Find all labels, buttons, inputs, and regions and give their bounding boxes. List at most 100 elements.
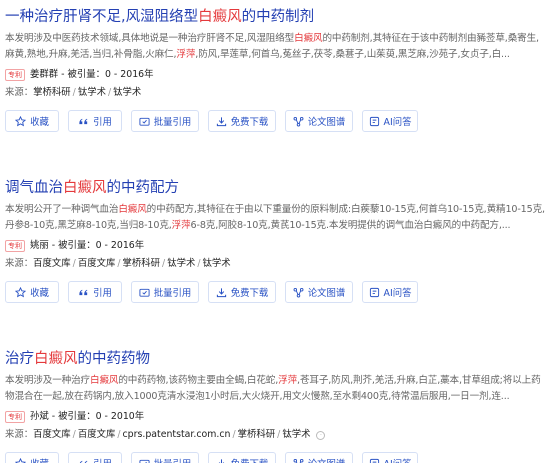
source-link[interactable]: 百度文库	[78, 257, 116, 271]
source-separator: /	[107, 87, 112, 98]
button-label: AI问答	[383, 117, 412, 128]
batch-cite-button[interactable]: 批量引用	[131, 110, 199, 132]
paper-graph-button[interactable]: 论文图谱	[285, 110, 353, 132]
author-citation-year: 姜群群 - 被引量：0 - 2016年	[30, 69, 154, 80]
snippet-highlight: 白癜风	[294, 33, 323, 44]
ai-chat-icon	[369, 287, 380, 298]
snippet-highlight: 白癜风	[90, 375, 119, 386]
result-meta: 专利 姚丽 - 被引量：0 - 2016年	[5, 239, 549, 253]
title-highlight: 白癜风	[63, 180, 107, 196]
favorite-button[interactable]: 收藏	[5, 110, 59, 132]
result-actions: 收藏 引用 批量引用 免费下载 论文图谱 AI问答	[5, 281, 549, 303]
source-link[interactable]: cprs.patentstar.com.cn	[123, 428, 231, 442]
star-icon	[15, 115, 27, 127]
button-label: 论文图谱	[308, 456, 346, 463]
source-link[interactable]: 掌桥科研	[238, 428, 276, 442]
snippet-text: 本发明涉及一种治疗	[5, 375, 90, 386]
snippet-text: 的中药药物,该药物主要由全蝎,白花蛇,	[118, 375, 279, 386]
author-citation-year: 姚丽 - 被引量：0 - 2016年	[30, 240, 145, 251]
button-label: 引用	[93, 456, 112, 463]
batch-cite-icon	[139, 458, 150, 463]
ai-qa-button[interactable]: AI问答	[362, 110, 418, 132]
batch-cite-button[interactable]: 批量引用	[131, 452, 199, 463]
button-label: 收藏	[30, 456, 49, 463]
source-link[interactable]: 百度文库	[78, 428, 116, 442]
source-separator: /	[162, 258, 166, 269]
more-sources-icon[interactable]: ·	[316, 430, 326, 440]
button-label: AI问答	[383, 288, 412, 299]
snippet-text: ,防风,旱莲草,何首乌,菟丝子,茯苓,桑葚子,山茱萸,黑芝麻,沙苑子,女贞子,白…	[195, 49, 510, 60]
button-label: AI问答	[384, 456, 412, 463]
button-label: 引用	[93, 117, 112, 128]
ai-chat-icon	[369, 116, 380, 127]
button-label: 收藏	[30, 288, 49, 299]
snippet-highlight: 浮萍	[171, 220, 191, 231]
cite-button[interactable]: 引用	[68, 110, 122, 132]
source-link[interactable]: 钛学术	[113, 86, 141, 100]
source-separator: /	[72, 87, 76, 98]
source-link[interactable]: 掌桥科研	[123, 257, 161, 271]
result-sources: 来源： 掌桥科研 / 钛学术 / 钛学术	[5, 86, 549, 100]
snippet-text: 6-8克,阿胶8-10克,黄芪10-15克.本发明提供的调气血治白癜风的中药配方…	[190, 220, 511, 231]
button-label: 论文图谱	[307, 288, 346, 299]
free-download-button[interactable]: 免费下载	[208, 452, 276, 463]
result-item: 治疗白癜风的中药药物本发明涉及一种治疗白癜风的中药药物,该药物主要由全蝎,白花蛇…	[5, 348, 549, 463]
result-actions: 收藏 引用 批量引用 免费下载 论文图谱 AI问答	[5, 110, 549, 132]
source-link[interactable]: 钛学术	[78, 86, 106, 100]
source-separator: /	[117, 429, 121, 440]
source-separator: /	[72, 258, 76, 269]
result-sources: 来源： 百度文库 / 百度文库 / cprs.patentstar.com.cn / 掌桥科研…	[5, 428, 549, 442]
star-icon	[15, 457, 27, 463]
paper-graph-button[interactable]: 论文图谱	[285, 281, 353, 303]
result-sources: 来源： 百度文库 / 百度文库 / 掌桥科研 / 钛学术 / 钛学术	[5, 257, 549, 271]
result-item: 调气血治白癜风的中药配方 本发明公开了一种调气血治白癜风的中药配方,其特征在于由以…	[5, 177, 549, 303]
cite-button[interactable]: 引用	[68, 452, 122, 463]
source-link[interactable]: 钛学术	[282, 428, 310, 442]
graph-icon	[293, 458, 304, 463]
search-results-list: 一种治疗肝肾不足,风湿阻络型白癜风的中药制剂 本发明涉及中医药技术领域,具体地说是…	[0, 0, 554, 463]
source-link[interactable]: 钛学术	[203, 257, 231, 271]
snippet-highlight: 白癜风	[118, 204, 147, 215]
ai-chat-icon	[369, 458, 380, 463]
graph-icon	[293, 287, 304, 298]
download-icon	[216, 287, 227, 298]
batch-cite-icon	[139, 287, 150, 298]
favorite-button[interactable]: 收藏	[5, 452, 59, 463]
cite-button[interactable]: 引用	[68, 281, 122, 303]
title-text: 的中药配方	[106, 180, 180, 196]
type-badge: 专利	[5, 411, 25, 423]
source-link[interactable]: 百度文库	[33, 428, 71, 442]
ai-qa-button[interactable]: AI问答	[362, 452, 418, 463]
ai-qa-button[interactable]: AI问答	[362, 281, 418, 303]
source-separator: /	[277, 429, 281, 440]
source-label: 来源：	[5, 258, 34, 269]
source-separator: /	[72, 429, 76, 440]
result-title-link[interactable]: 一种治疗肝肾不足,风湿阻络型白癜风的中药制剂	[5, 6, 549, 28]
source-separator: /	[117, 258, 121, 269]
title-text: 的中药药物	[77, 351, 151, 367]
title-text: 的中药制剂	[241, 9, 315, 25]
source-separator: /	[197, 258, 201, 269]
favorite-button[interactable]: 收藏	[5, 281, 59, 303]
quote-icon	[78, 116, 89, 127]
button-label: 批量引用	[153, 117, 192, 128]
snippet-text: 本发明公开了一种调气血治	[5, 204, 119, 215]
author-citation-year: 孙斌 - 被引量：0 - 2010年	[30, 411, 145, 422]
result-title-link[interactable]: 治疗白癜风的中药药物	[5, 348, 549, 370]
source-link[interactable]: 钛学术	[167, 257, 195, 271]
graph-icon	[293, 116, 304, 127]
source-link[interactable]: 百度文库	[33, 257, 71, 271]
result-meta: 专利 孙斌 - 被引量：0 - 2010年	[5, 410, 549, 424]
free-download-button[interactable]: 免费下载	[208, 281, 276, 303]
result-meta: 专利 姜群群 - 被引量：0 - 2016年	[5, 68, 549, 82]
source-link[interactable]: 掌桥科研	[33, 86, 71, 100]
paper-graph-button[interactable]: 论文图谱	[285, 452, 353, 463]
type-badge: 专利	[5, 69, 25, 81]
result-title-link[interactable]: 调气血治白癜风的中药配方	[5, 177, 549, 199]
button-label: 批量引用	[154, 456, 192, 463]
button-label: 免费下载	[231, 456, 269, 463]
button-label: 收藏	[30, 117, 49, 128]
download-icon	[216, 458, 227, 463]
free-download-button[interactable]: 免费下载	[208, 110, 276, 132]
batch-cite-button[interactable]: 批量引用	[131, 281, 199, 303]
